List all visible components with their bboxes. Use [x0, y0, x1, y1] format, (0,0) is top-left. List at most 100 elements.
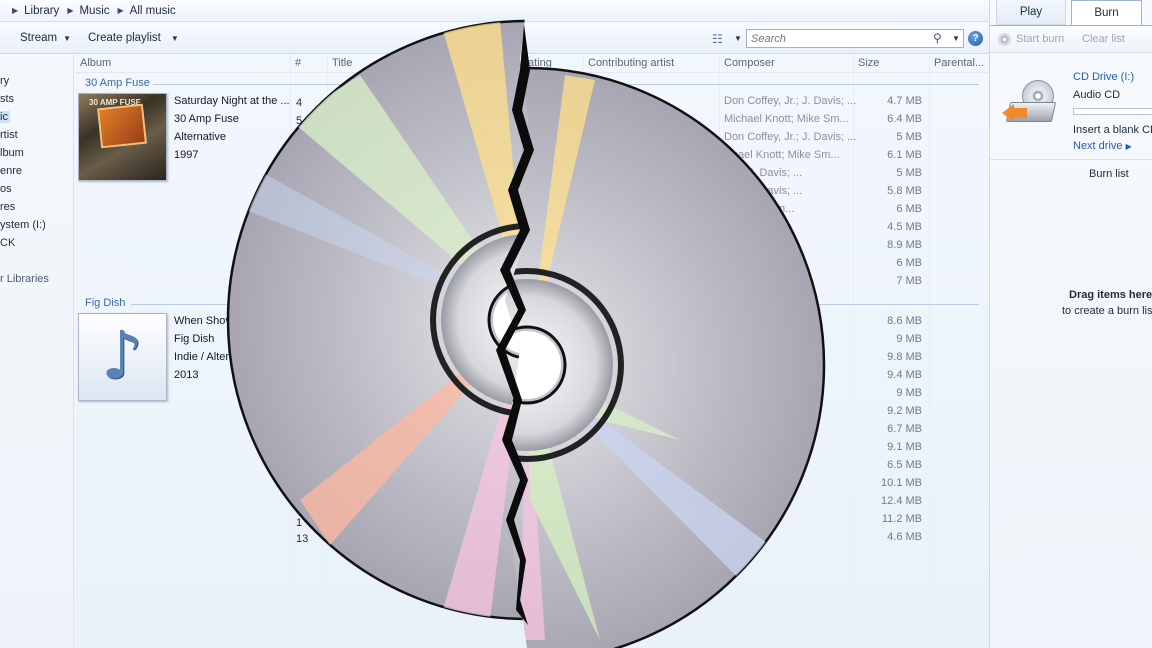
drag-items-heading: Drag items here [1069, 289, 1152, 301]
column-header-album[interactable]: Album [76, 57, 111, 69]
group-header[interactable]: 30 Amp Fuse [85, 77, 150, 89]
chevron-right-icon: ▶ [12, 6, 19, 15]
clear-list-button[interactable]: Clear list [1082, 33, 1125, 45]
search-input[interactable] [747, 30, 923, 47]
column-divider [853, 55, 854, 648]
start-burn-button[interactable]: Start burn [1016, 33, 1064, 45]
create-playlist-button[interactable]: Create playlist ▼ [88, 32, 179, 44]
column-header-row: Album # Title ating Contributing artist … [75, 55, 988, 73]
column-header-size[interactable]: Size [854, 57, 879, 69]
album-year: 1997 [174, 149, 199, 161]
track-size: 9.4 MB [887, 369, 922, 381]
tab-play[interactable]: Play [996, 0, 1066, 25]
nav-item-ck[interactable]: CK [0, 237, 15, 249]
tab-burn[interactable]: Burn [1071, 0, 1142, 26]
column-header-rating[interactable]: ating [524, 57, 552, 69]
track-composer: Michael Knott; Mike Sm... [724, 113, 849, 125]
track-size: 11.2 MB [881, 513, 922, 525]
album-art-placeholder[interactable]: ♪ [78, 313, 167, 401]
navigation-pane: ry sts ic rtist lbum enre os res ystem (… [0, 55, 74, 648]
column-header-composer[interactable]: Composer [720, 57, 775, 69]
track-size: 6.7 MB [887, 423, 922, 435]
track-size: 9.1 MB [887, 441, 922, 453]
chevron-right-icon: ▶ [1125, 142, 1132, 151]
column-header-parental[interactable]: Parental... [930, 57, 984, 69]
nav-item[interactable]: sts [0, 93, 14, 105]
track-size: 6.5 MB [887, 459, 922, 471]
burn-toolbar: Start burn Clear list [990, 25, 1152, 53]
nav-item-genre[interactable]: enre [0, 165, 22, 177]
nav-item-other-libraries[interactable]: r Libraries [0, 273, 49, 285]
column-divider [719, 55, 720, 648]
divider [990, 159, 1152, 160]
track-composer: e Sm... [724, 275, 759, 287]
column-header-contributing-artist[interactable]: Contributing artist [584, 57, 674, 69]
drag-items-subtext: to create a burn list [1062, 305, 1152, 317]
search-box: ⚲ ▼ [746, 29, 964, 48]
chevron-down-icon[interactable]: ▼ [734, 34, 742, 43]
chevron-right-icon: ▶ [67, 6, 74, 15]
track-composer: , Jr.; J. Davis; ... [724, 185, 803, 197]
album-genre: Indie / Alter [174, 351, 230, 363]
breadcrumb-item-library[interactable]: ▶ Library [12, 5, 59, 17]
arrow-head [1002, 104, 1014, 122]
column-divider [929, 55, 930, 648]
track-number: 4 [296, 97, 303, 109]
track-composer: Mike Sm... [724, 221, 776, 233]
track-size: 8.6 MB [887, 315, 922, 327]
burn-disc-icon [998, 33, 1011, 46]
nav-item[interactable]: ry [0, 75, 9, 87]
burn-list-title[interactable]: Burn list [1089, 168, 1129, 180]
nav-item-system-drive[interactable]: ystem (I:) [0, 219, 46, 231]
track-number: 1 [296, 517, 303, 529]
track-number: 5 [296, 115, 303, 127]
album-info: Saturday Night at the ... 30 Amp Fuse Al… [174, 92, 290, 164]
search-icon[interactable]: ⚲ [933, 31, 942, 45]
track-composer: ichael Knott; Mike Sm... [724, 149, 840, 161]
stream-button[interactable]: Stream ▼ [20, 32, 71, 44]
nav-item-music-selected[interactable]: ic [0, 111, 10, 123]
track-size: 5 MB [896, 167, 922, 179]
next-drive-link[interactable]: Next drive ▶ [1073, 140, 1132, 152]
help-icon[interactable]: ? [968, 31, 983, 46]
drive-type: Audio CD [1073, 89, 1121, 101]
track-size: 7 MB [896, 275, 922, 287]
insert-disc-message: Insert a blank CD [1073, 124, 1152, 136]
track-composer: ott; Mike Sm... [724, 203, 795, 215]
album-title: Saturday Night at the ... [174, 95, 290, 107]
track-size: 9 MB [896, 387, 922, 399]
track-size: 10.1 MB [881, 477, 922, 489]
track-size: 9.2 MB [887, 405, 922, 417]
track-size: 5 MB [896, 131, 922, 143]
album-art[interactable]: 30 AMP FUSE [78, 93, 167, 181]
chevron-down-icon[interactable]: ▼ [952, 34, 960, 43]
arrow-tail [1013, 108, 1027, 118]
album-genre: Alternative [174, 131, 226, 143]
group-divider [131, 304, 979, 305]
breadcrumb-item-music[interactable]: ▶ Music [67, 5, 109, 17]
column-header-number[interactable]: # [291, 57, 301, 69]
view-options-icon[interactable]: ☷ [712, 32, 723, 46]
cd-drive-icon [1002, 80, 1057, 130]
column-header-title[interactable]: Title [328, 57, 352, 69]
track-composer: Don Coffey, Jr.; J. Davis; ... [724, 131, 857, 143]
column-divider [583, 55, 584, 648]
album-title: When Shov [174, 315, 231, 327]
track-size: 12.4 MB [881, 495, 922, 507]
nav-item-pictures[interactable]: res [0, 201, 15, 213]
nav-item-album[interactable]: lbum [0, 147, 24, 159]
track-size: 9.8 MB [887, 351, 922, 363]
track-composer: , Jr.; J. Davis; ... [724, 167, 803, 179]
track-size: 4.5 MB [887, 221, 922, 233]
track-size: 6.1 MB [887, 149, 922, 161]
nav-item-videos[interactable]: os [0, 183, 12, 195]
chevron-down-icon: ▼ [63, 34, 71, 43]
breadcrumb-item-all-music[interactable]: ▶ All music [118, 5, 176, 17]
track-size: 6.4 MB [887, 113, 922, 125]
drive-name-link[interactable]: CD Drive (I:) [1073, 71, 1134, 83]
burn-pane: Play Burn Start burn Clear list CD Drive… [989, 0, 1152, 648]
group-header[interactable]: Fig Dish [85, 297, 125, 309]
nav-item-artist[interactable]: rtist [0, 129, 18, 141]
album-artist: 30 Amp Fuse [174, 113, 239, 125]
track-size: 6 MB [896, 203, 922, 215]
